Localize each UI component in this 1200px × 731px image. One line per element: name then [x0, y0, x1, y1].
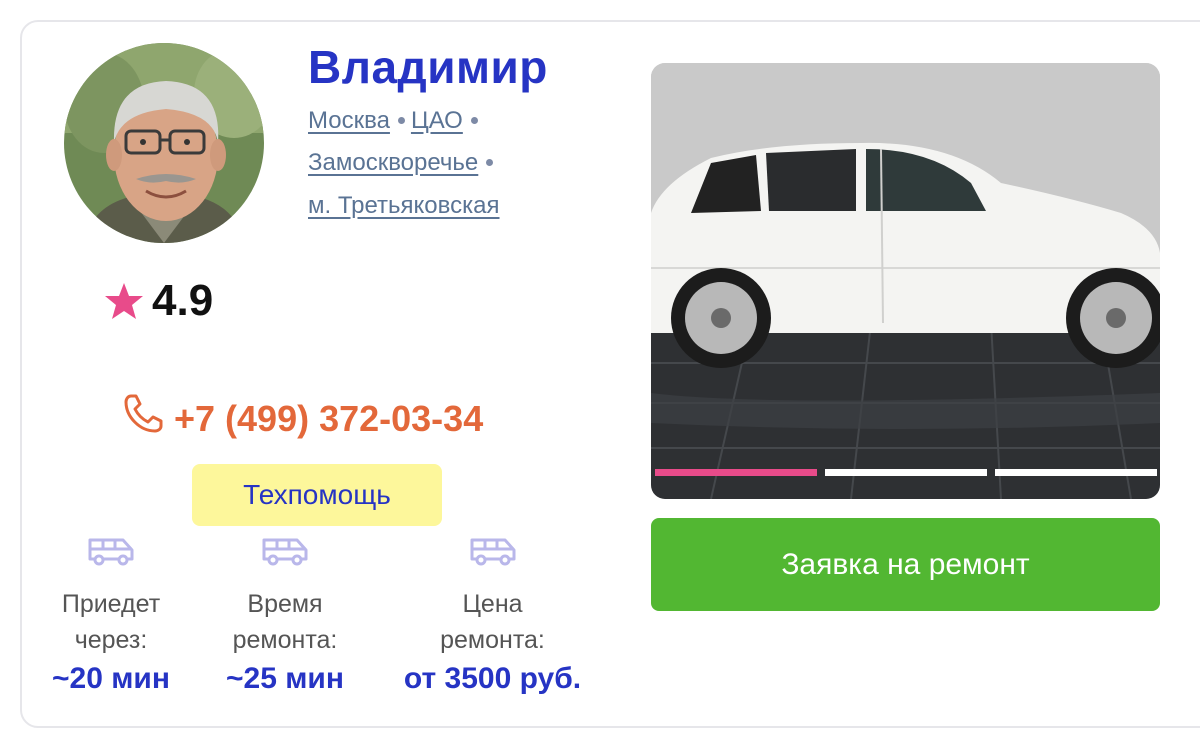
- stat-repair-time: Время ремонта: ~25 мин: [210, 534, 360, 698]
- slide-indicator-3[interactable]: [995, 469, 1157, 476]
- stat-label: ремонта:: [440, 626, 545, 654]
- phone-link[interactable]: +7 (499) 372-03-34: [122, 386, 483, 440]
- phone-number: +7 (499) 372-03-34: [174, 398, 484, 439]
- stat-arrival: Приедет через: ~20 мин: [36, 534, 186, 698]
- stat-label: через:: [74, 626, 148, 654]
- separator-dot: [397, 117, 405, 125]
- repair-request-button[interactable]: Заявка на ремонт: [651, 518, 1160, 611]
- location-line-1: Москва ЦАО: [308, 107, 484, 135]
- location-line-3: м. Третьяковская: [308, 192, 500, 220]
- gallery-indicator: [655, 469, 1157, 477]
- slide-indicator-2[interactable]: [825, 469, 987, 476]
- van-icon: [262, 538, 308, 566]
- slide-indicator-1[interactable]: [655, 469, 817, 476]
- stat-value: от 3500 руб.: [403, 662, 582, 695]
- stat-label: Приедет: [61, 590, 161, 618]
- area-link[interactable]: Замоскворечье: [308, 149, 478, 176]
- van-icon: [470, 538, 515, 566]
- location-line-2: Замоскворечье: [308, 149, 499, 177]
- service-tag: Техпомощь: [192, 464, 442, 526]
- city-link[interactable]: Москва: [308, 107, 390, 134]
- rating: 4.9: [104, 276, 213, 326]
- master-name: Владимир: [308, 41, 548, 93]
- white-suv-photo-icon: [651, 63, 1160, 499]
- stat-label: Время: [247, 590, 323, 618]
- van-icon: [88, 538, 134, 566]
- star-icon: [105, 283, 143, 319]
- stat-repair-price: Цена ремонта: от 3500 руб.: [385, 534, 600, 698]
- phone-icon: [124, 394, 163, 433]
- stat-value: ~20 мин: [52, 662, 170, 695]
- car-photo-gallery[interactable]: [651, 63, 1160, 499]
- rating-value: 4.9: [152, 276, 214, 325]
- stat-label: ремонта:: [232, 626, 338, 654]
- stat-label: Цена: [462, 590, 523, 618]
- metro-link[interactable]: м. Третьяковская: [308, 192, 500, 219]
- stat-value: ~25 мин: [226, 662, 344, 695]
- avatar: [64, 43, 264, 243]
- separator-dot: [470, 117, 478, 125]
- person-portrait-icon: [64, 43, 264, 243]
- district-link[interactable]: ЦАО: [411, 107, 463, 134]
- separator-dot: [486, 159, 494, 167]
